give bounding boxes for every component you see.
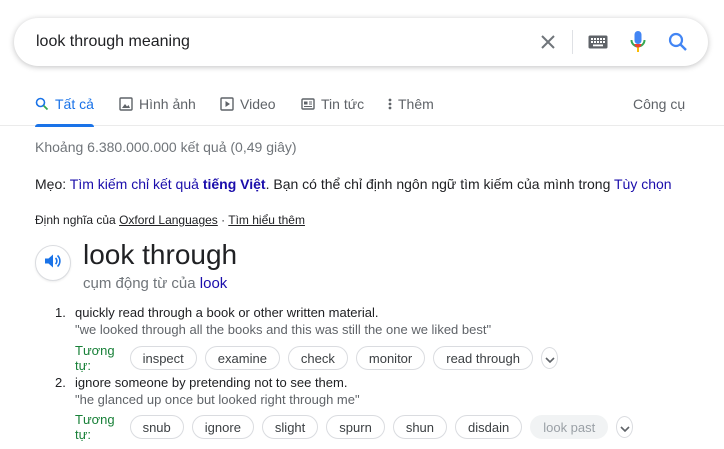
expand-synonyms-button[interactable]	[540, 347, 559, 369]
chevron-down-icon	[544, 350, 555, 366]
search-icon[interactable]	[666, 30, 690, 54]
news-icon	[301, 97, 315, 111]
tab-label: Thêm	[398, 96, 434, 112]
synonym-row: Tương tự: snub ignore slight spurn shun …	[75, 412, 634, 442]
tip-middle: . Bạn có thể chỉ định ngôn ngữ tìm kiếm …	[265, 176, 614, 192]
synonym-chip[interactable]: check	[287, 346, 348, 370]
result-stats: Khoảng 6.380.000.000 kết quả (0,49 giây)	[35, 139, 297, 155]
part-of-speech: cụm động từ của look	[83, 275, 227, 292]
search-box[interactable]: look through meaning	[14, 18, 708, 66]
definition-source: Định nghĩa của Oxford Languages · Tìm hi…	[35, 213, 305, 227]
learn-more-link[interactable]: Tìm hiểu thêm	[228, 213, 305, 227]
search-input[interactable]: look through meaning	[36, 33, 190, 51]
tip-search-link[interactable]: Tìm kiếm chỉ kết quả tiếng Việt	[70, 176, 266, 192]
synonym-chip[interactable]: slight	[261, 415, 319, 439]
synonym-chip[interactable]: spurn	[326, 415, 385, 439]
synonym-chip-disabled: look past	[530, 415, 609, 439]
microphone-icon[interactable]	[626, 30, 650, 54]
keyboard-icon[interactable]	[586, 30, 610, 54]
sense-number: 2.	[55, 375, 66, 390]
image-icon	[119, 97, 133, 111]
synonym-label: Tương tự:	[75, 343, 115, 373]
synonym-chip[interactable]: ignore	[191, 415, 254, 439]
play-icon	[220, 97, 234, 111]
chevron-down-icon	[620, 419, 630, 435]
synonym-row: Tương tự: inspect examine check monitor …	[75, 343, 559, 373]
synonym-label: Tương tự:	[75, 412, 115, 442]
sense-number: 1.	[55, 305, 66, 320]
sense-gloss: ignore someone by pretending not to see …	[75, 375, 348, 390]
tip-link-text: Tìm kiếm chỉ kết quả	[69, 176, 199, 192]
synonym-chip[interactable]: disdain	[455, 415, 523, 439]
tab-video[interactable]: Video	[220, 94, 276, 114]
search-icon	[35, 97, 49, 111]
tab-news[interactable]: Tin tức	[301, 94, 364, 114]
sense-gloss: quickly read through a book or other wri…	[75, 305, 379, 320]
synonym-chip[interactable]: snub	[129, 415, 184, 439]
source-separator: ·	[217, 213, 229, 227]
tab-label: Tin tức	[321, 96, 365, 112]
tab-more[interactable]: Thêm	[388, 94, 434, 114]
tab-tools[interactable]: Công cụ	[633, 94, 685, 114]
pos-prefix: cụm động từ của	[83, 275, 200, 292]
sense-example: "we looked through all the books and thi…	[75, 322, 492, 337]
language-tip: Mẹo: Tìm kiếm chỉ kết quả tiếng Việt. Bạ…	[35, 176, 672, 192]
search-tabs: Tất cả Hình ảnh Video Tin tức Thêm Công …	[0, 88, 724, 127]
sense-example: "he glanced up once but looked right thr…	[75, 392, 360, 407]
synonym-chip[interactable]: shun	[392, 415, 448, 439]
tip-link-bold: tiếng Việt	[202, 176, 266, 192]
synonym-chip[interactable]: monitor	[355, 346, 426, 370]
tab-label: Công cụ	[633, 96, 686, 112]
tip-options-link[interactable]: Tùy chọn	[614, 176, 672, 192]
speaker-icon	[44, 253, 62, 274]
synonym-chip[interactable]: inspect	[129, 346, 197, 370]
tab-images[interactable]: Hình ảnh	[119, 94, 196, 114]
source-link[interactable]: Oxford Languages	[119, 213, 218, 227]
headword: look through	[83, 239, 238, 270]
pos-link[interactable]: look	[200, 275, 228, 292]
synonym-chip[interactable]: read through	[433, 346, 533, 370]
tab-label: Tất cả	[55, 96, 94, 112]
clear-icon[interactable]	[536, 30, 560, 54]
divider	[572, 30, 573, 54]
source-prefix: Định nghĩa của	[35, 213, 120, 227]
tip-prefix: Mẹo:	[35, 176, 70, 192]
tab-all[interactable]: Tất cả	[35, 94, 94, 127]
expand-synonyms-button[interactable]	[616, 416, 634, 438]
more-vert-icon	[388, 97, 392, 111]
tab-label: Video	[240, 96, 276, 112]
synonym-chip[interactable]: examine	[204, 346, 280, 370]
pronunciation-button[interactable]	[35, 245, 71, 281]
tab-label: Hình ảnh	[139, 96, 196, 112]
